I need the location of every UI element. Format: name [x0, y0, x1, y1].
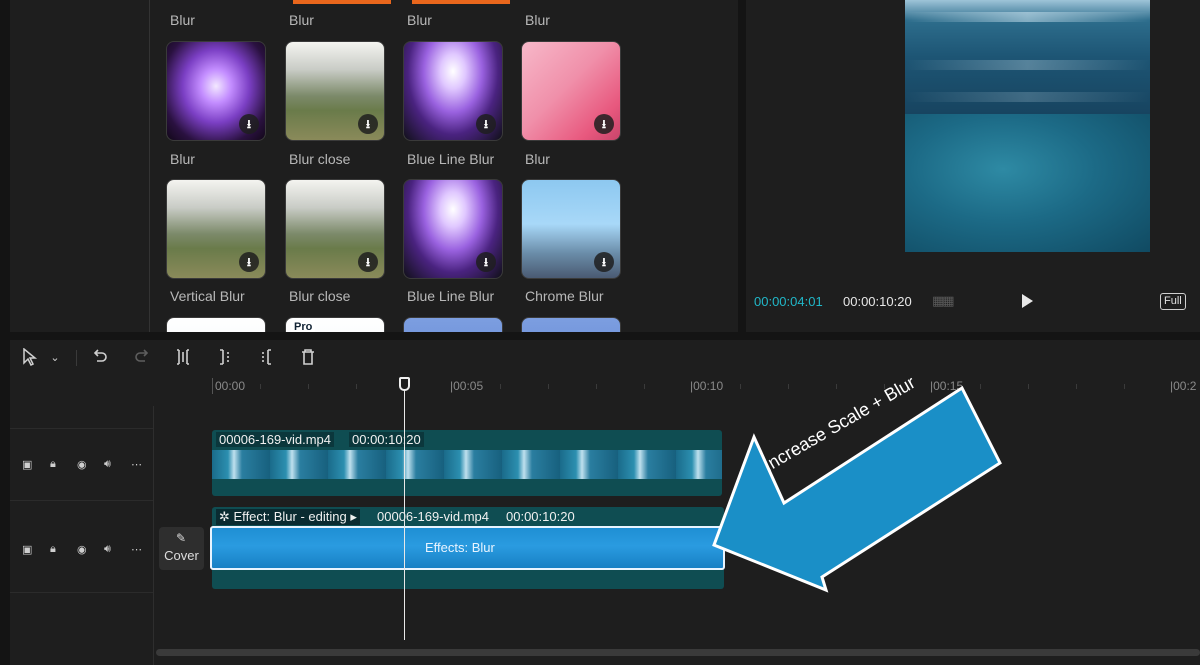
chevron-down-icon[interactable]: ⌄	[48, 348, 62, 368]
redo-icon[interactable]	[132, 348, 152, 368]
more-icon[interactable]: ⋯	[131, 543, 142, 556]
playhead-handle[interactable]	[399, 377, 410, 391]
effect-thumb-edge	[412, 0, 510, 4]
cover-button[interactable]: ✎ Cover	[159, 527, 204, 570]
effect-thumbnail[interactable]	[521, 317, 621, 332]
total-timecode: 00:00:10:20	[843, 294, 912, 309]
timeline-ruler[interactable]: 00:00 |00:05 |00:10 |00:15 |00:2	[212, 376, 1200, 406]
download-icon[interactable]: ⭳	[239, 252, 259, 272]
pro-badge: Pro	[291, 321, 316, 332]
effect-thumbnail[interactable]: ⭳	[166, 179, 266, 279]
horizontal-scrollbar[interactable]	[156, 649, 1200, 656]
effect-thumbnail[interactable]: ⭳	[403, 179, 503, 279]
split-right-icon[interactable]	[256, 348, 276, 368]
effect-tag[interactable]: ✲ Effect: Blur - editing ▸	[216, 509, 360, 525]
track-video-icon[interactable]: ▣	[22, 543, 32, 556]
timeline-toolbar: ⌄	[10, 340, 1200, 376]
effect-label: Blur close	[289, 288, 351, 304]
clip-duration: 00:00:10:20	[506, 509, 575, 524]
more-icon[interactable]: ⋯	[131, 458, 142, 471]
playhead-line[interactable]	[404, 378, 405, 640]
split-icon[interactable]	[173, 348, 193, 368]
effect-thumbnail[interactable]	[403, 317, 503, 332]
ruler-tick-label: |00:05	[450, 379, 484, 393]
download-icon[interactable]: ⭳	[358, 114, 378, 134]
effect-clip-selected[interactable]: Effects: Blur	[210, 526, 725, 570]
split-left-icon[interactable]	[215, 348, 235, 368]
track-header-video: ▣ 🔒︎ ◉ 🔊︎ ⋯	[10, 430, 154, 500]
eye-icon[interactable]: ◉	[77, 458, 87, 471]
effect-label: Blur close	[289, 151, 351, 167]
lock-icon[interactable]: 🔒︎	[50, 543, 56, 556]
current-timecode: 00:00:04:01	[754, 294, 823, 309]
effect-thumbnail[interactable]: ⭳	[166, 41, 266, 141]
download-icon[interactable]: ⭳	[594, 252, 614, 272]
eye-icon[interactable]: ◉	[77, 543, 87, 556]
volume-icon[interactable]: 🔊︎	[104, 458, 111, 471]
effect-tag-label: Effect: Blur - editing	[233, 509, 347, 524]
effect-thumbnail[interactable]: ⭳	[285, 179, 385, 279]
clip-filename: 00006-169-vid.mp4	[216, 432, 335, 447]
effect-label: Blue Line Blur	[407, 151, 495, 167]
download-icon[interactable]: ⭳	[358, 252, 378, 272]
toolbar-divider	[76, 350, 77, 366]
track-header-effect: ▣ 🔒︎ ◉ 🔊︎ ⋯	[10, 515, 154, 585]
download-icon[interactable]: ⭳	[476, 252, 496, 272]
grid-icon[interactable]: ▦▦	[932, 293, 958, 309]
pencil-icon: ✎	[176, 531, 187, 545]
effect-label: Blur	[170, 151, 195, 167]
effect-label: Vertical Blur	[170, 288, 245, 304]
effect-label: Blur	[525, 12, 550, 28]
clip-duration: 00:00:10:20	[349, 432, 424, 447]
timeline-panel: ⌄ 00:00 |00:05 |00:10 |00:15 |00:2 ▣ 🔒︎ …	[10, 340, 1200, 665]
download-icon[interactable]: ⭳	[594, 114, 614, 134]
video-clip[interactable]: 00006-169-vid.mp4 00:00:10:20	[212, 430, 722, 496]
effect-thumbnail[interactable]: Pro	[285, 317, 385, 332]
effect-label: Blur	[289, 12, 314, 28]
effect-thumbnail[interactable]: ⭳	[521, 41, 621, 141]
clip-filename: 00006-169-vid.mp4	[377, 509, 490, 524]
preview-underwater	[905, 114, 1150, 252]
fullscreen-button[interactable]: Full	[1160, 293, 1186, 310]
effect-thumbnail[interactable]: ⭳	[403, 41, 503, 141]
play-icon[interactable]	[1020, 293, 1036, 309]
preview-ocean-wave	[905, 0, 1150, 114]
select-pointer-icon[interactable]	[20, 347, 40, 368]
track-header-divider	[153, 406, 154, 665]
download-icon[interactable]: ⭳	[476, 114, 496, 134]
effect-clip-label: Effects: Blur	[425, 540, 495, 555]
effect-thumbnail[interactable]: ⭳	[521, 179, 621, 279]
effects-panel: Blur Blur Blur Blur ⭳ Blur ⭳ Blur close …	[10, 0, 738, 332]
effect-thumbnail[interactable]	[166, 317, 266, 332]
preview-video[interactable]	[905, 0, 1150, 252]
effect-thumb-edge	[293, 0, 391, 4]
effects-category-sidebar	[10, 0, 150, 332]
preview-panel: 00:00:04:01 00:00:10:20 ▦▦ Full	[746, 0, 1200, 332]
delete-icon[interactable]	[298, 348, 318, 368]
effect-label: Chrome Blur	[525, 288, 604, 304]
effect-icon: ✲	[219, 509, 234, 524]
lock-icon[interactable]: 🔒︎	[50, 458, 56, 471]
track-video-icon[interactable]: ▣	[22, 458, 32, 471]
effect-label: Blur	[525, 151, 550, 167]
volume-icon[interactable]: 🔊︎	[104, 543, 111, 556]
effect-thumbnail[interactable]: ⭳	[285, 41, 385, 141]
ruler-tick-label: |00:2	[1170, 379, 1197, 393]
effect-label: Blue Line Blur	[407, 288, 495, 304]
undo-icon[interactable]	[90, 348, 110, 368]
clip-thumbnail-strip	[212, 450, 722, 479]
cover-label: Cover	[164, 548, 199, 563]
effect-label: Blur	[407, 12, 432, 28]
ruler-tick-label: 00:00	[215, 379, 246, 393]
download-icon[interactable]: ⭳	[239, 114, 259, 134]
effects-grid: Blur Blur Blur Blur ⭳ Blur ⭳ Blur close …	[160, 0, 730, 332]
effect-label: Blur	[170, 12, 195, 28]
